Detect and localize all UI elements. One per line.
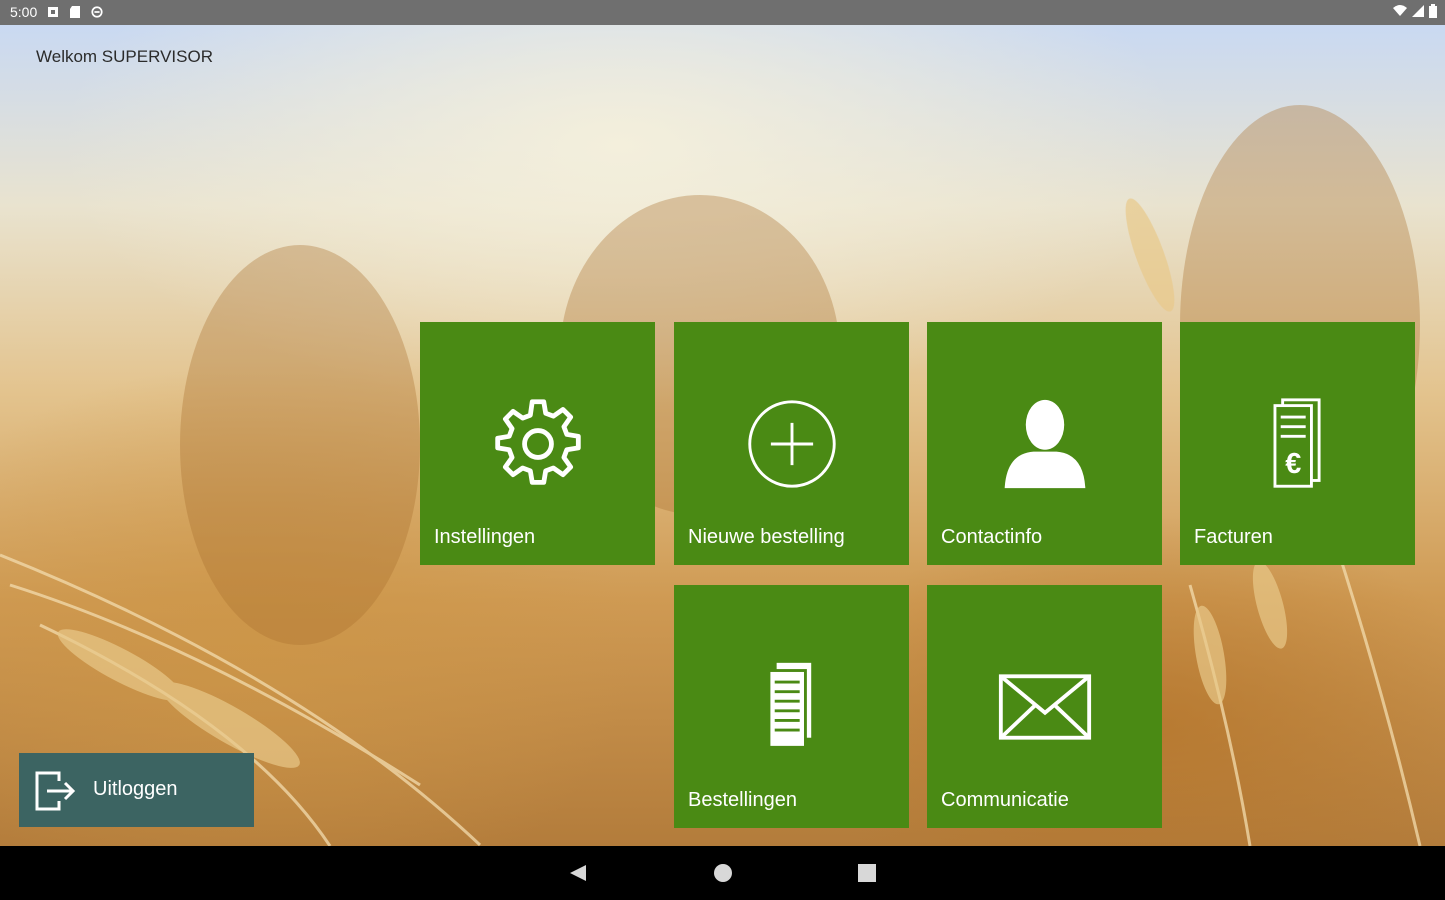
home-icon[interactable] bbox=[711, 861, 735, 885]
navigation-bar bbox=[0, 846, 1445, 900]
envelope-icon bbox=[998, 674, 1091, 740]
tile-bestellingen[interactable]: Bestellingen bbox=[674, 585, 909, 828]
back-icon[interactable] bbox=[566, 861, 590, 885]
tile-facturen[interactable]: € Facturen bbox=[1180, 322, 1415, 565]
tile-contactinfo[interactable]: Contactinfo bbox=[927, 322, 1162, 565]
status-time: 5:00 bbox=[10, 4, 38, 20]
tile-label: Bestellingen bbox=[688, 789, 797, 811]
tile-nieuwe-bestelling[interactable]: Nieuwe bestelling bbox=[674, 322, 909, 565]
welcome-text: Welkom SUPERVISOR bbox=[36, 47, 213, 66]
tile-label: Contactinfo bbox=[941, 526, 1043, 548]
battery-icon bbox=[1429, 4, 1437, 18]
recents-icon[interactable] bbox=[855, 861, 879, 885]
notification-icon bbox=[48, 7, 59, 17]
gear-icon bbox=[494, 399, 581, 485]
signal-icon bbox=[1412, 5, 1424, 17]
logout-label: Uitloggen bbox=[93, 778, 178, 800]
tile-label: Communicatie bbox=[941, 789, 1069, 811]
person-icon bbox=[1004, 399, 1085, 489]
tile-label: Nieuwe bestelling bbox=[688, 526, 845, 548]
wifi-icon bbox=[1393, 5, 1407, 16]
documents-icon bbox=[767, 662, 811, 749]
tile-label: Instellingen bbox=[434, 526, 536, 548]
home-screen: Welkom SUPERVISOR Instellingen Nieuwe be… bbox=[0, 25, 1445, 846]
sync-icon bbox=[91, 6, 103, 18]
status-bar: 5:00 bbox=[0, 0, 1445, 25]
svg-text:€: € bbox=[1285, 448, 1301, 480]
tile-label: Facturen bbox=[1194, 526, 1273, 548]
tile-communicatie[interactable]: Communicatie bbox=[927, 585, 1162, 828]
logout-icon bbox=[35, 771, 76, 811]
plus-circle-icon bbox=[747, 400, 836, 488]
tile-instellingen[interactable]: Instellingen bbox=[420, 322, 655, 565]
sd-card-icon bbox=[70, 6, 81, 18]
euro-invoice-icon: € bbox=[1273, 398, 1321, 488]
logout-button[interactable]: Uitloggen bbox=[19, 753, 254, 827]
